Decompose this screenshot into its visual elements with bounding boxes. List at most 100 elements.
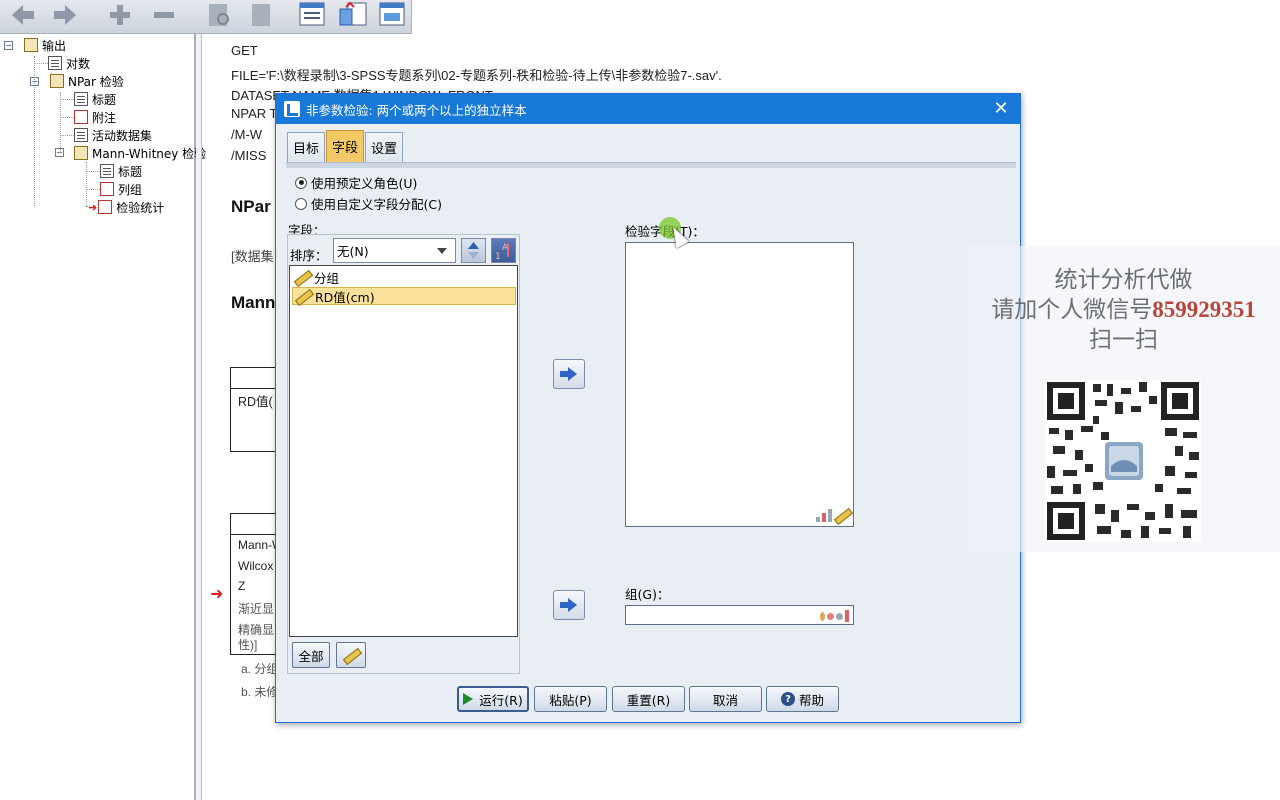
radio-label: 使用预定义角色(U): [311, 176, 418, 191]
table-cell: Z: [238, 579, 246, 593]
nonparametric-tests-dialog: 非参数检验: 两个或两个以上的独立样本 ✕ 目标 字段 设置 使用预定义角色(U…: [275, 93, 1021, 723]
bar-icon: [845, 610, 849, 622]
help-label: 帮助: [798, 692, 824, 708]
tab-objective[interactable]: 目标: [287, 132, 326, 162]
cancel-button[interactable]: 取消: [689, 686, 762, 712]
fields-panel: 排序： 无(N) A1 分组 RD值(cm) 全部: [287, 234, 520, 674]
output-book-icon: [74, 146, 88, 160]
chevron-down-icon: [437, 248, 447, 254]
tree-item-mann-whitney[interactable]: Mann-Whitney 检验: [74, 144, 206, 162]
document-icon[interactable]: [246, 0, 276, 30]
scale-filter-button[interactable]: [336, 642, 366, 668]
radio-predefined-roles[interactable]: 使用预定义角色(U): [295, 173, 417, 192]
radio-unselected-icon[interactable]: [295, 197, 307, 210]
scale-measure-icon: [343, 648, 359, 662]
tree-item-log[interactable]: 对数: [48, 54, 90, 72]
select-all-button[interactable]: 全部: [292, 642, 330, 668]
tree-item-active-dataset[interactable]: 活动数据集: [74, 126, 152, 144]
list-item[interactable]: RD值(cm): [292, 287, 516, 305]
scale-measure-icon: [294, 270, 310, 284]
syntax-line: /M-W: [231, 127, 263, 142]
tree-item-npar-tests[interactable]: NPar 检验: [50, 72, 124, 90]
tree-label: 输出: [42, 38, 67, 53]
sort-select[interactable]: 无(N): [333, 238, 456, 263]
radio-label: 使用自定义字段分配(C): [311, 197, 442, 212]
play-icon: [463, 693, 474, 705]
dataset-reference: [数据集: [231, 249, 274, 264]
flag-icon: [820, 611, 825, 621]
tree-label: 列组: [118, 182, 143, 197]
title-icon: [74, 92, 88, 106]
log-icon: [48, 56, 62, 70]
dialog-title: 非参数检验: 两个或两个以上的独立样本: [306, 102, 527, 118]
tree-connector: [86, 162, 87, 206]
radio-selected-icon[interactable]: [295, 176, 307, 189]
paste-button[interactable]: 粘贴(P): [534, 686, 607, 712]
close-icon[interactable]: ✕: [990, 98, 1012, 120]
measure-level-icons: [820, 610, 849, 622]
tree-item-title[interactable]: 标题: [100, 162, 142, 180]
tree-item-ranks[interactable]: 列组: [100, 180, 142, 198]
table-icon: [100, 182, 114, 196]
forward-arrow-icon[interactable]: [48, 0, 82, 30]
pane-splitter[interactable]: [196, 34, 202, 800]
sort-alphabetical-button[interactable]: A1: [491, 238, 516, 263]
nominal-icon: [836, 612, 843, 620]
sort-label: 排序：: [290, 248, 328, 263]
run-button[interactable]: 运行(R): [457, 686, 529, 712]
field-name: RD值(cm): [315, 289, 375, 305]
fields-listbox[interactable]: 分组 RD值(cm): [289, 265, 518, 637]
sort-up-down-icon: [468, 242, 479, 259]
table-footnote: a. 分组: [241, 662, 279, 676]
list-item[interactable]: 分组: [292, 268, 516, 286]
table-footnote: b. 未修: [241, 685, 279, 699]
table-cell: RD值(: [238, 395, 273, 409]
toolbar: [0, 0, 412, 34]
tree-item-notes[interactable]: 附注: [74, 108, 116, 126]
move-to-test-fields-button[interactable]: [553, 359, 585, 389]
output-book-icon: [24, 38, 38, 52]
tab-fields[interactable]: 字段: [326, 130, 365, 162]
notes-icon: [74, 110, 88, 124]
groups-box[interactable]: [625, 605, 854, 625]
reset-button[interactable]: 重置(R): [612, 686, 685, 712]
svg-text:1: 1: [495, 252, 501, 262]
test-fields-box[interactable]: [625, 242, 854, 527]
measure-level-icons: [816, 508, 848, 522]
tree-collapse-toggle[interactable]: −: [4, 41, 13, 50]
designate-window-icon[interactable]: [296, 0, 330, 30]
tree-item-test-statistics[interactable]: ➜ 检验统计: [88, 198, 164, 216]
tree-label: 标题: [118, 164, 143, 179]
syntax-line: GET: [231, 43, 258, 58]
watermark-wechat-number: 859929351: [1152, 297, 1256, 322]
dialog-titlebar[interactable]: 非参数检验: 两个或两个以上的独立样本 ✕: [276, 94, 1020, 124]
radio-custom-fields[interactable]: 使用自定义字段分配(C): [295, 194, 442, 213]
spss-dialog-icon: [284, 101, 300, 117]
help-button[interactable]: ? 帮助: [766, 686, 839, 712]
back-arrow-icon[interactable]: [6, 0, 40, 30]
nominal-icon: [827, 612, 834, 620]
show-hide-icon[interactable]: [204, 0, 234, 30]
expand-plus-icon[interactable]: [104, 0, 136, 30]
tree-label: 检验统计: [116, 200, 165, 215]
move-to-groups-button[interactable]: [553, 590, 585, 620]
tree-label: 活动数据集: [92, 128, 153, 143]
scale-measure-icon: [295, 289, 311, 303]
field-name: 分组: [314, 270, 340, 286]
table-cell: Wilcox: [238, 559, 274, 573]
tree-connector: [60, 135, 74, 136]
export-icon[interactable]: [336, 0, 370, 30]
tree-label: NPar 检验: [68, 74, 124, 89]
sort-direction-button[interactable]: [461, 238, 486, 263]
syntax-line: NPAR T: [231, 106, 278, 121]
tree-item-output[interactable]: 输出: [24, 36, 66, 54]
collapse-minus-icon[interactable]: [148, 0, 180, 30]
insert-output-icon[interactable]: [374, 0, 410, 30]
tree-collapse-toggle[interactable]: −: [30, 77, 39, 86]
tree-collapse-toggle[interactable]: −: [55, 148, 64, 157]
tree-item-title[interactable]: 标题: [74, 90, 116, 108]
tree-label: 标题: [92, 92, 117, 107]
output-heading: NPar: [231, 197, 271, 216]
table-icon: [98, 200, 113, 214]
tab-settings[interactable]: 设置: [365, 132, 404, 162]
